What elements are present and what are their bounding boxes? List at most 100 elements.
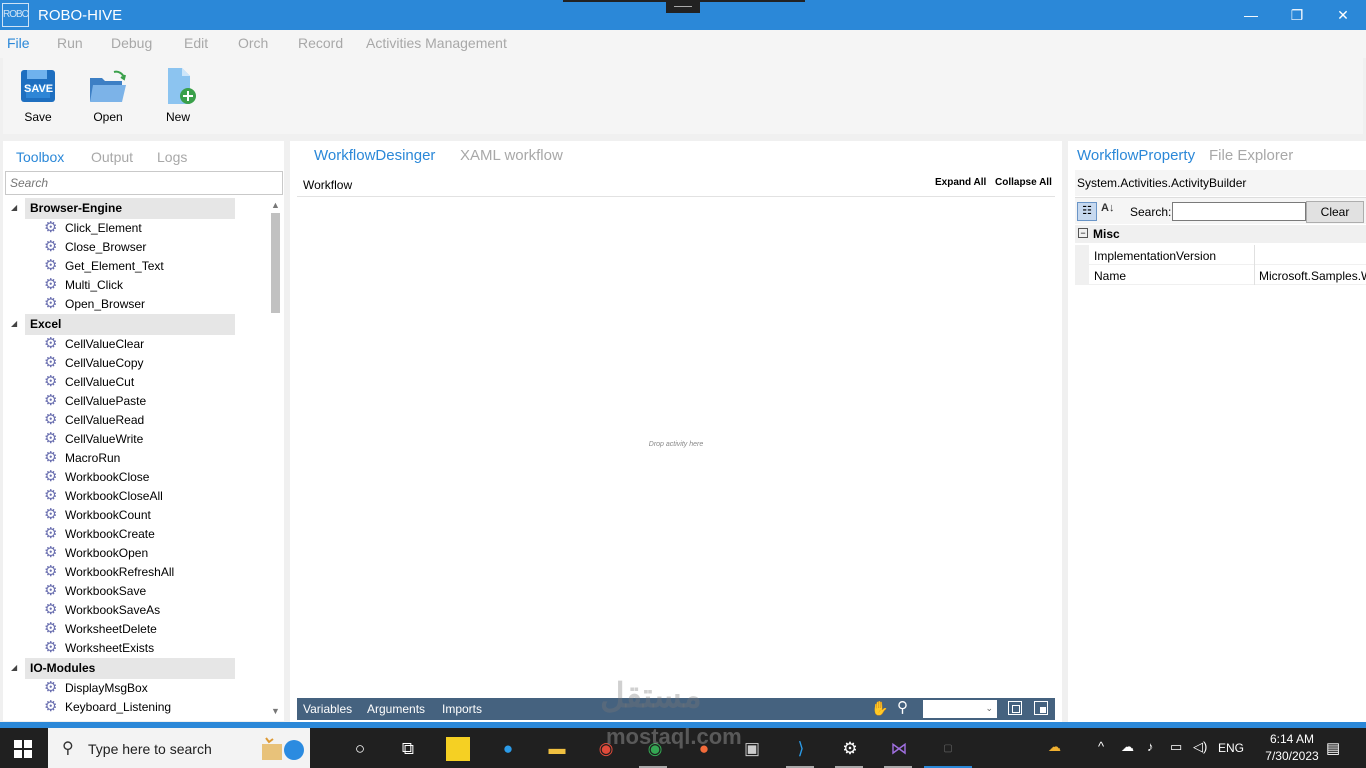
- category-row[interactable]: − Misc: [1075, 225, 1366, 243]
- property-search-input[interactable]: [1172, 202, 1306, 221]
- windows-start-icon[interactable]: [14, 740, 32, 758]
- fit-to-screen-icon[interactable]: [1008, 701, 1022, 715]
- variables-button[interactable]: Variables: [303, 702, 352, 716]
- clock-date[interactable]: 7/30/2023: [1262, 749, 1322, 763]
- toolbox-search-input[interactable]: [5, 171, 283, 195]
- open-button[interactable]: Open: [78, 66, 138, 124]
- toolbox-item[interactable]: ⚙ WorkbookSaveAs: [3, 601, 269, 620]
- toolbox-item[interactable]: ⚙ MacroRun: [3, 449, 269, 468]
- save-button[interactable]: SAVE Save: [8, 66, 68, 124]
- toolbox-item[interactable]: ⚙ WorkbookRefreshAll: [3, 563, 269, 582]
- volume-icon[interactable]: ◁): [1193, 739, 1207, 755]
- toolbox-item[interactable]: ⚙ CellValueCopy: [3, 354, 269, 373]
- toolbox-item[interactable]: ⚙ WorkbookCount: [3, 506, 269, 525]
- collapse-all-button[interactable]: Collapse All: [995, 177, 1052, 188]
- menu-activities-management[interactable]: Activities Management: [366, 35, 507, 51]
- tab-logs[interactable]: Logs: [157, 149, 187, 165]
- toolbox-panel: Toolbox Output Logs ◢ Browser-Engine ⚙ Clic…: [3, 141, 284, 721]
- categorized-view-icon[interactable]: ☷: [1077, 202, 1097, 221]
- toolbox-item[interactable]: ⚙ CellValueWrite: [3, 430, 269, 449]
- toolbox-item[interactable]: ⚙ Click_Element: [3, 219, 269, 238]
- toolbox-item[interactable]: ⚙ WorkbookClose: [3, 468, 269, 487]
- toolbox-group[interactable]: ◢ Browser-Engine: [3, 198, 269, 219]
- toolbox-item[interactable]: ⚙ WorkbookCreate: [3, 525, 269, 544]
- vscode-icon[interactable]: ⟩: [789, 737, 813, 761]
- chevron-up-icon[interactable]: ^: [1098, 739, 1104, 754]
- menu-debug[interactable]: Debug: [111, 35, 152, 51]
- menu-run[interactable]: Run: [57, 35, 83, 51]
- menu-record[interactable]: Record: [298, 35, 343, 51]
- robo-hive-app-icon[interactable]: ▢: [936, 737, 960, 761]
- task-view-icon[interactable]: ⧉: [396, 737, 420, 761]
- expand-arrow-icon[interactable]: ◢: [11, 203, 17, 212]
- arguments-button[interactable]: Arguments: [367, 702, 425, 716]
- tab-xaml-workflow[interactable]: XAML workflow: [460, 147, 563, 164]
- edge-icon[interactable]: ●: [496, 737, 520, 761]
- toolbox-item[interactable]: ⚙ WorkbookSave: [3, 582, 269, 601]
- menu-edit[interactable]: Edit: [184, 35, 208, 51]
- breadcrumb[interactable]: Workflow: [303, 178, 352, 192]
- toolbox-item[interactable]: ⚙ Keyboard_Listening: [3, 698, 269, 717]
- collapse-icon[interactable]: −: [1078, 228, 1088, 238]
- zoom-select[interactable]: ⌄: [923, 700, 997, 718]
- toolbox-item[interactable]: ⚙ CellValueClear: [3, 335, 269, 354]
- drag-handle[interactable]: [666, 0, 700, 13]
- tab-file-explorer[interactable]: File Explorer: [1209, 147, 1293, 164]
- toolbox-item[interactable]: ⚙ CellValueCut: [3, 373, 269, 392]
- toolbox-group[interactable]: ◢ Excel: [3, 314, 269, 335]
- sort-alphabetical-icon[interactable]: A↓: [1101, 202, 1114, 214]
- sticky-notes-icon[interactable]: [446, 737, 470, 761]
- clear-button[interactable]: Clear: [1306, 201, 1364, 223]
- microphone-icon[interactable]: ♪: [1147, 739, 1154, 754]
- maximize-button[interactable]: ❐: [1274, 0, 1320, 30]
- toolbox-item[interactable]: ⚙ Close_Browser: [3, 238, 269, 257]
- expand-all-button[interactable]: Expand All: [935, 177, 986, 188]
- property-row[interactable]: Name Microsoft.Samples.W: [1075, 265, 1366, 285]
- language-indicator[interactable]: ENG: [1218, 741, 1244, 755]
- weather-icon[interactable]: ☁: [1048, 739, 1061, 755]
- menu-orch[interactable]: Orch: [238, 35, 268, 51]
- toolbox-item[interactable]: ⚙ Multi_Click: [3, 276, 269, 295]
- imports-button[interactable]: Imports: [442, 702, 482, 716]
- toolbox-item[interactable]: ⚙ CellValueRead: [3, 411, 269, 430]
- tab-workflow-property[interactable]: WorkflowProperty: [1077, 147, 1195, 164]
- toolbox-item[interactable]: ⚙ DisplayMsgBox: [3, 679, 269, 698]
- network-icon[interactable]: ▭: [1170, 739, 1182, 755]
- toolbox-item[interactable]: ⚙ WorkbookOpen: [3, 544, 269, 563]
- settings-gear-icon[interactable]: ⚙: [838, 737, 862, 761]
- terminal-icon[interactable]: ▣: [740, 737, 764, 761]
- toolbox-item[interactable]: ⚙ WorkbookCloseAll: [3, 487, 269, 506]
- toolbox-item[interactable]: ⚙ Open_Browser: [3, 295, 269, 314]
- close-button[interactable]: ✕: [1320, 0, 1366, 30]
- toolbox-item[interactable]: ⚙ Get_Element_Text: [3, 257, 269, 276]
- scrollbar-thumb[interactable]: [271, 213, 280, 313]
- toolbox-scrollbar[interactable]: ▲ ▼: [269, 198, 283, 719]
- taskbar-search-box[interactable]: ⚲ Type here to search: [48, 728, 310, 768]
- scroll-down-icon[interactable]: ▼: [271, 706, 280, 716]
- tab-toolbox[interactable]: Toolbox: [16, 149, 64, 165]
- toolbox-item[interactable]: ⚙ CellValuePaste: [3, 392, 269, 411]
- file-explorer-icon[interactable]: ▬: [545, 737, 569, 761]
- scroll-up-icon[interactable]: ▲: [271, 200, 280, 210]
- notifications-icon[interactable]: ▤: [1326, 739, 1340, 757]
- toolbox-item-label: Open_Browser: [65, 297, 146, 311]
- onedrive-icon[interactable]: ☁: [1121, 739, 1134, 755]
- expand-arrow-icon[interactable]: ◢: [11, 663, 17, 672]
- overview-map-icon[interactable]: [1034, 701, 1048, 715]
- visual-studio-icon[interactable]: ⋈: [887, 737, 911, 761]
- new-button[interactable]: New: [148, 66, 208, 124]
- toolbox-item[interactable]: ⚙ WorksheetDelete: [3, 620, 269, 639]
- cortana-icon[interactable]: ○: [348, 737, 372, 761]
- toolbox-item[interactable]: ⚙ WorksheetExists: [3, 639, 269, 658]
- property-value[interactable]: Microsoft.Samples.W: [1259, 269, 1366, 283]
- minimize-button[interactable]: —: [1228, 0, 1274, 30]
- clock-time[interactable]: 6:14 AM: [1262, 732, 1322, 746]
- toolbox-group[interactable]: ◢ IO-Modules: [3, 658, 269, 679]
- menu-file[interactable]: File: [7, 35, 30, 51]
- property-row[interactable]: ImplementationVersion: [1075, 245, 1366, 265]
- zoom-icon[interactable]: ⚲: [897, 698, 908, 716]
- pan-hand-icon[interactable]: ✋: [871, 700, 888, 717]
- expand-arrow-icon[interactable]: ◢: [11, 319, 17, 328]
- tab-output[interactable]: Output: [91, 149, 133, 165]
- tab-workflow-designer[interactable]: WorkflowDesinger: [314, 147, 435, 164]
